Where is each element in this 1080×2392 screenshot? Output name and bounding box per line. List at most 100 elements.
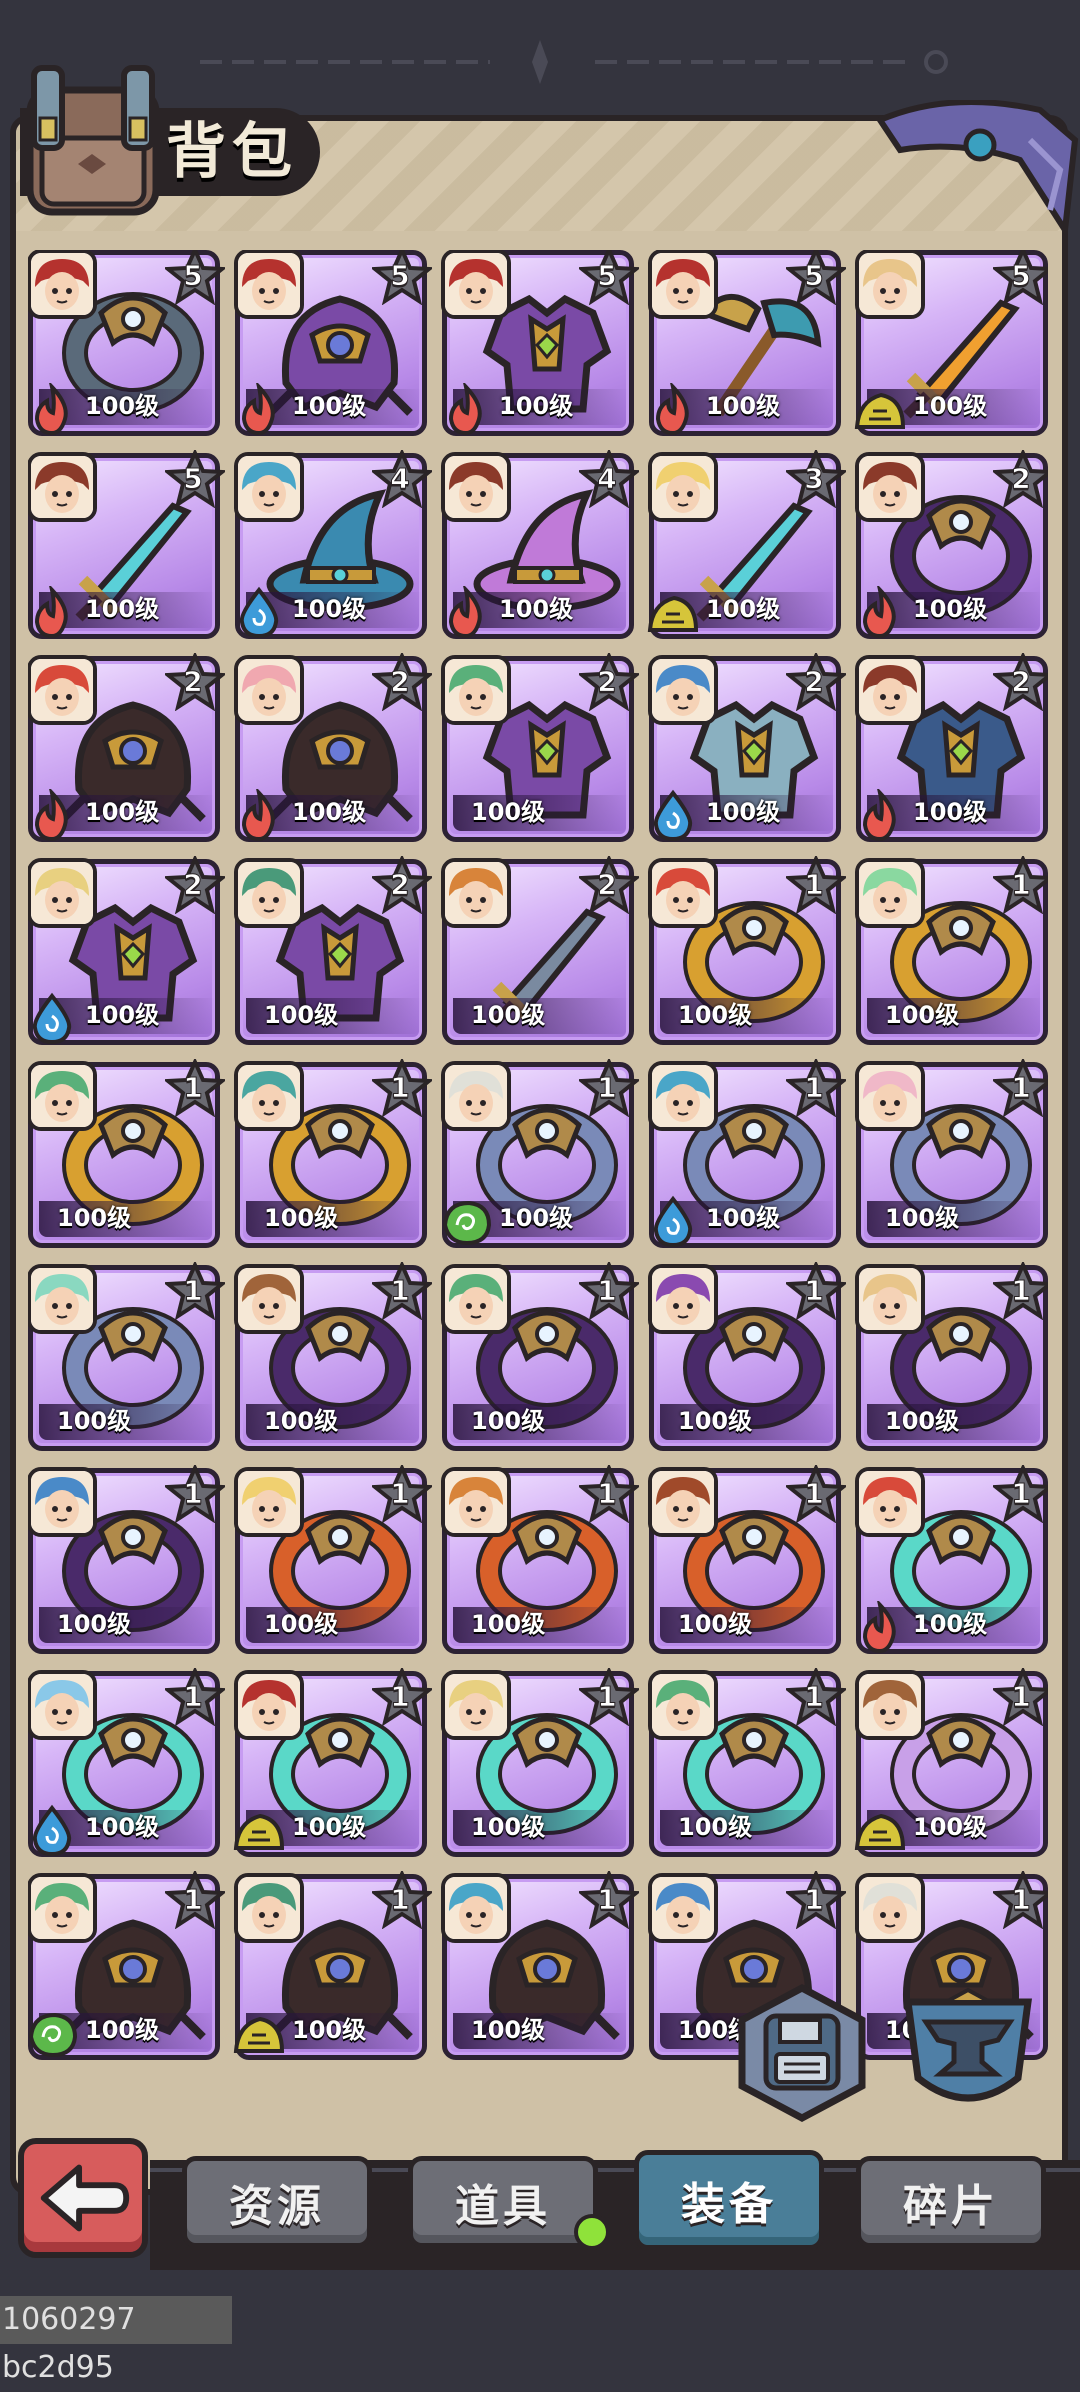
equipment-card[interactable]: 5 100级 [28, 250, 225, 436]
equipment-card[interactable]: 4 100级 [441, 450, 639, 639]
hero-portrait-icon [31, 1065, 93, 1127]
hero-portrait-icon [238, 456, 300, 518]
tab-items[interactable]: 道具 [408, 2156, 598, 2248]
equipment-card[interactable]: 5 100级 [441, 250, 639, 436]
hero-portrait-icon [445, 1268, 507, 1330]
level-label: 100级 [471, 1001, 546, 1029]
level-label: 100级 [292, 2016, 367, 2044]
hero-avatar [28, 1264, 97, 1334]
hero-avatar [234, 1264, 304, 1334]
fire-element-icon [448, 383, 482, 436]
back-button[interactable] [18, 2138, 148, 2258]
hero-avatar [648, 1670, 718, 1740]
star-count: 1 [1011, 868, 1031, 902]
level-label: 100级 [471, 2016, 546, 2044]
hero-portrait-icon [31, 1877, 93, 1939]
equipment-card[interactable]: 1 100级 [233, 1668, 432, 1857]
hero-avatar [234, 858, 304, 928]
level-label: 100级 [499, 595, 574, 623]
star-count: 1 [183, 1883, 203, 1917]
hero-portrait-icon [652, 1065, 714, 1127]
star-count: 5 [390, 259, 410, 293]
equipment-card[interactable]: 5 100级 [234, 250, 432, 436]
equipment-card[interactable]: 2 100级 [234, 653, 432, 842]
equipment-card[interactable]: 1 100级 [854, 1668, 1048, 1857]
level-label: 100级 [292, 1813, 367, 1841]
equipment-card[interactable]: 2 100级 [855, 450, 1048, 639]
equipment-card[interactable]: 1 100级 [441, 1668, 639, 1857]
equipment-card[interactable]: 5 100级 [854, 250, 1048, 436]
fire-element-icon [34, 789, 68, 842]
equipment-card[interactable]: 1 100级 [855, 1465, 1048, 1654]
equipment-card[interactable]: 1 100级 [648, 1668, 846, 1857]
equipment-card[interactable]: 1 100级 [234, 1059, 432, 1248]
equipment-card[interactable]: 2 100级 [441, 856, 639, 1045]
fire-element-icon [862, 789, 896, 842]
star-count: 1 [1011, 1274, 1031, 1308]
hero-avatar [234, 655, 304, 725]
equipment-card[interactable]: 4 100级 [234, 450, 432, 639]
hero-portrait-icon [859, 253, 921, 315]
earth-element-icon [854, 392, 906, 429]
water-element-icon [653, 1195, 693, 1248]
corner-ornament [875, 100, 1079, 239]
equipment-card[interactable]: 3 100级 [647, 450, 846, 639]
equipment-card[interactable]: 5 100级 [648, 250, 846, 436]
level-label: 100级 [913, 1610, 988, 1638]
level-label: 100级 [706, 595, 781, 623]
equipment-card[interactable]: 2 100级 [648, 653, 846, 842]
tab-equipment[interactable]: 装备 [634, 2150, 824, 2250]
equipment-card[interactable]: 1 100级 [855, 1059, 1048, 1248]
equipment-card[interactable]: 5 100级 [28, 450, 225, 639]
level-label: 100级 [499, 1204, 574, 1232]
star-count: 1 [804, 1680, 824, 1714]
star-count: 1 [390, 1477, 410, 1511]
hero-portrait-icon [652, 862, 714, 924]
equipment-card[interactable]: 1 100级 [28, 1871, 225, 2060]
equipment-card[interactable]: 1 100级 [855, 1262, 1048, 1451]
hero-avatar [648, 1264, 718, 1334]
hero-portrait-icon [445, 253, 507, 315]
tab-resources[interactable]: 资源 [182, 2156, 372, 2248]
level-label: 100级 [913, 1813, 988, 1841]
star-count: 1 [183, 1477, 203, 1511]
hero-avatar [648, 858, 718, 928]
equipment-card[interactable]: 2 100级 [855, 653, 1048, 842]
equipment-card[interactable]: 2 100级 [234, 856, 432, 1045]
equipment-card[interactable]: 1 100级 [648, 1465, 846, 1654]
equipment-card[interactable]: 1 100级 [855, 856, 1048, 1045]
floppy-disk-icon[interactable] [732, 1982, 872, 2122]
water-element-icon [32, 992, 72, 1045]
equipment-card[interactable]: 1 100级 [28, 1059, 225, 1248]
equipment-card[interactable]: 1 100级 [234, 1262, 432, 1451]
star-count: 1 [1011, 1883, 1031, 1917]
equipment-card[interactable]: 2 100级 [28, 856, 225, 1045]
equipment-card[interactable]: 2 100级 [28, 653, 225, 842]
anvil-icon[interactable] [898, 1982, 1038, 2122]
level-label: 100级 [885, 1407, 960, 1435]
equipment-card[interactable]: 1 100级 [28, 1668, 225, 1857]
equipment-card[interactable]: 1 100级 [441, 1871, 639, 2060]
hero-avatar [441, 1467, 511, 1537]
equipment-card[interactable]: 1 100级 [234, 1465, 432, 1654]
equipment-card[interactable]: 1 100级 [648, 856, 846, 1045]
level-label: 100级 [885, 1204, 960, 1232]
star-count: 5 [597, 259, 617, 293]
tab-fragments[interactable]: 碎片 [856, 2156, 1046, 2248]
level-label: 100级 [706, 1204, 781, 1232]
hero-portrait-icon [445, 1065, 507, 1127]
fire-element-icon [241, 789, 275, 842]
equipment-card[interactable]: 1 100级 [648, 1059, 846, 1248]
equipment-card[interactable]: 1 100级 [233, 1871, 432, 2060]
equipment-card[interactable]: 2 100级 [441, 653, 639, 842]
equipment-card[interactable]: 1 100级 [441, 1262, 639, 1451]
equipment-card[interactable]: 1 100级 [441, 1465, 639, 1654]
star-count: 1 [597, 1274, 617, 1308]
equipment-card[interactable]: 1 100级 [28, 1262, 225, 1451]
level-label: 100级 [57, 1610, 132, 1638]
equipment-card[interactable]: 1 100级 [28, 1465, 225, 1654]
equipment-card[interactable]: 1 100级 [648, 1262, 846, 1451]
star-count: 2 [1011, 462, 1031, 496]
water-element-icon [239, 586, 279, 639]
equipment-card[interactable]: 1 100级 [441, 1059, 639, 1248]
